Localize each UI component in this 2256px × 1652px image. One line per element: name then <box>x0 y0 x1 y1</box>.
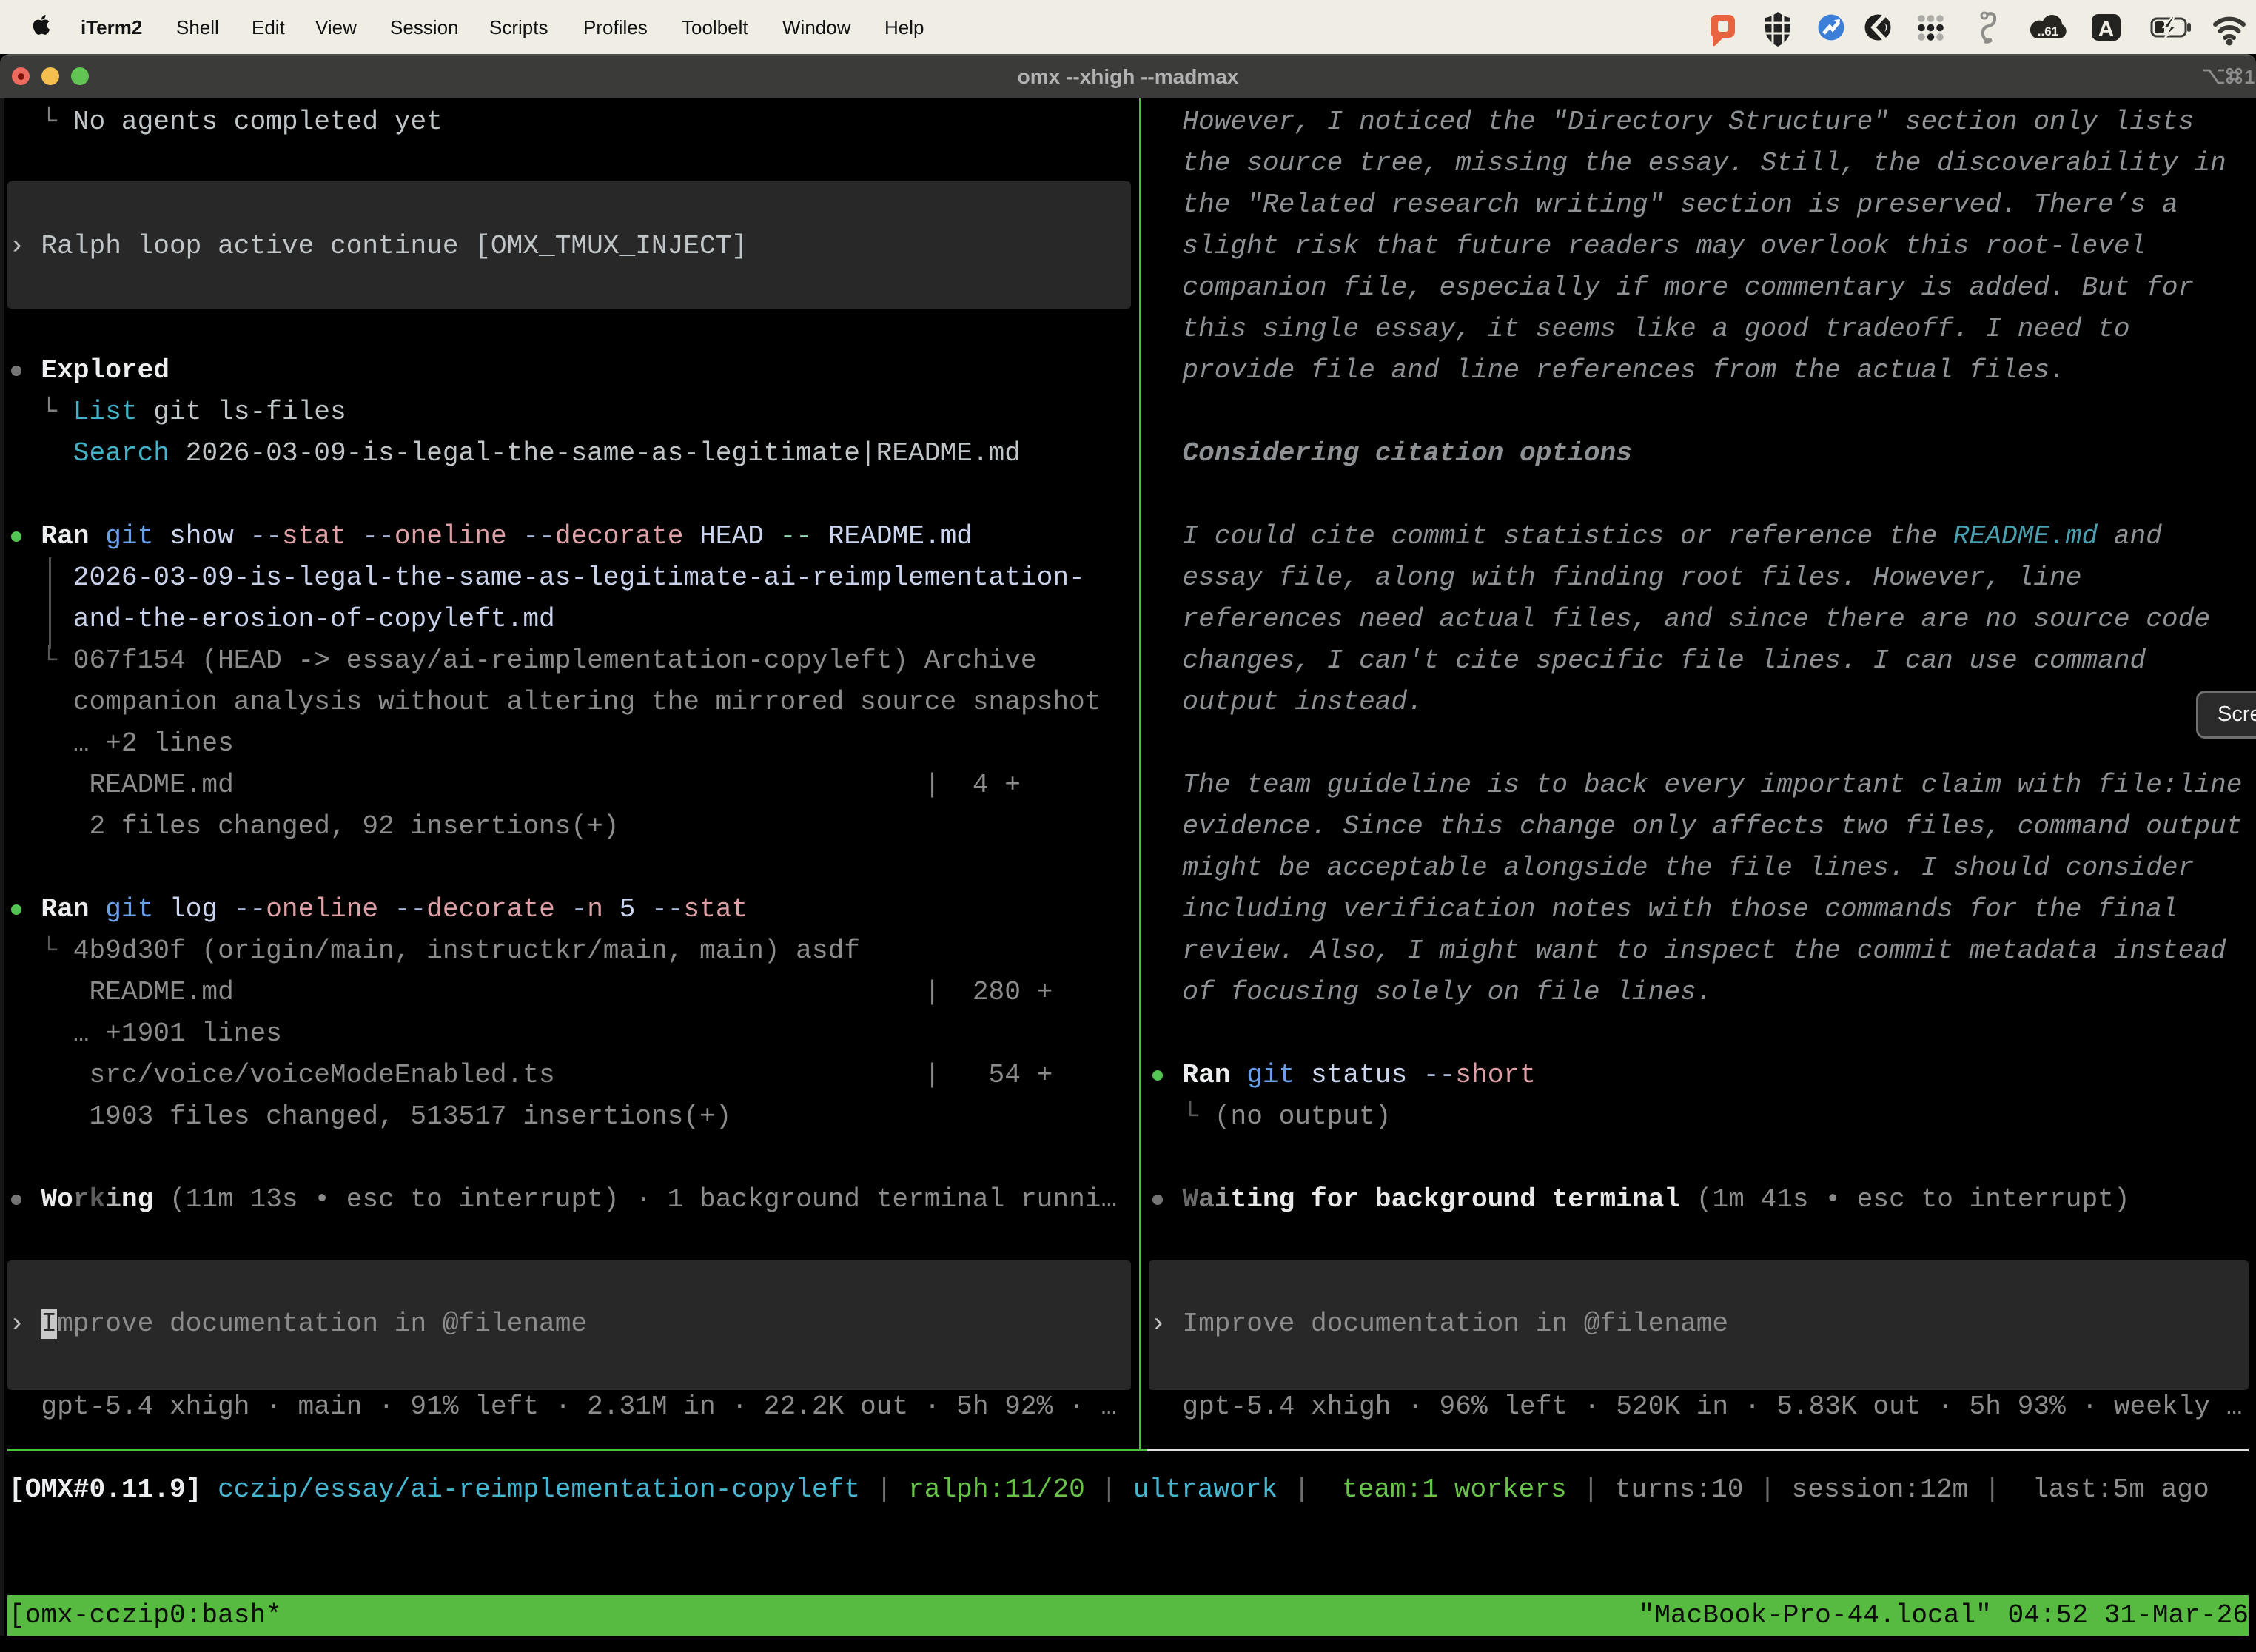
svg-text:1: 1 <box>2244 66 2255 87</box>
svg-text:A: A <box>2098 17 2115 41</box>
svg-text:..61: ..61 <box>2038 24 2058 38</box>
